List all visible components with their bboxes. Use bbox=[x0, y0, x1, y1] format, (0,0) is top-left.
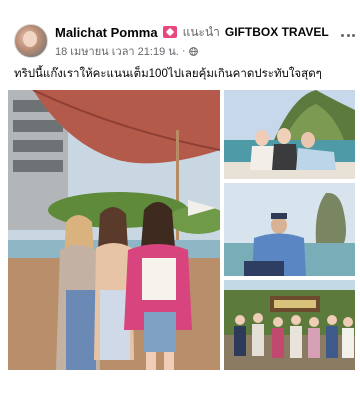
photo-tour-group-sign[interactable] bbox=[224, 280, 355, 370]
more-options-icon[interactable] bbox=[339, 28, 357, 42]
globe-icon bbox=[188, 46, 198, 56]
recommend-label: แนะนำ bbox=[182, 24, 220, 39]
author-row: Malichat Pomma แนะนำ GIFTBOX TRAVEL bbox=[55, 24, 329, 40]
meta-separator: · bbox=[181, 45, 186, 57]
photo-boat-man[interactable] bbox=[224, 183, 355, 276]
page-name[interactable]: GIFTBOX TRAVEL bbox=[225, 25, 329, 39]
post-header: Malichat Pomma แนะนำ GIFTBOX TRAVEL 18 เ… bbox=[0, 0, 360, 62]
badge-icon bbox=[162, 26, 177, 38]
post-timestamp[interactable]: 18 เมษายน เวลา 21:19 น. bbox=[55, 42, 179, 60]
post-caption: ทริปนี้แก๊งเราให้คะแนนเต็ม100ไปเลยคุ้มเก… bbox=[14, 68, 322, 80]
post-meta: 18 เมษายน เวลา 21:19 น. · bbox=[55, 42, 198, 60]
group-photo-poolside[interactable] bbox=[8, 90, 220, 370]
photo-boat-group[interactable] bbox=[224, 90, 355, 179]
author-avatar[interactable] bbox=[14, 24, 48, 58]
author-name[interactable]: Malichat Pomma bbox=[55, 25, 158, 40]
